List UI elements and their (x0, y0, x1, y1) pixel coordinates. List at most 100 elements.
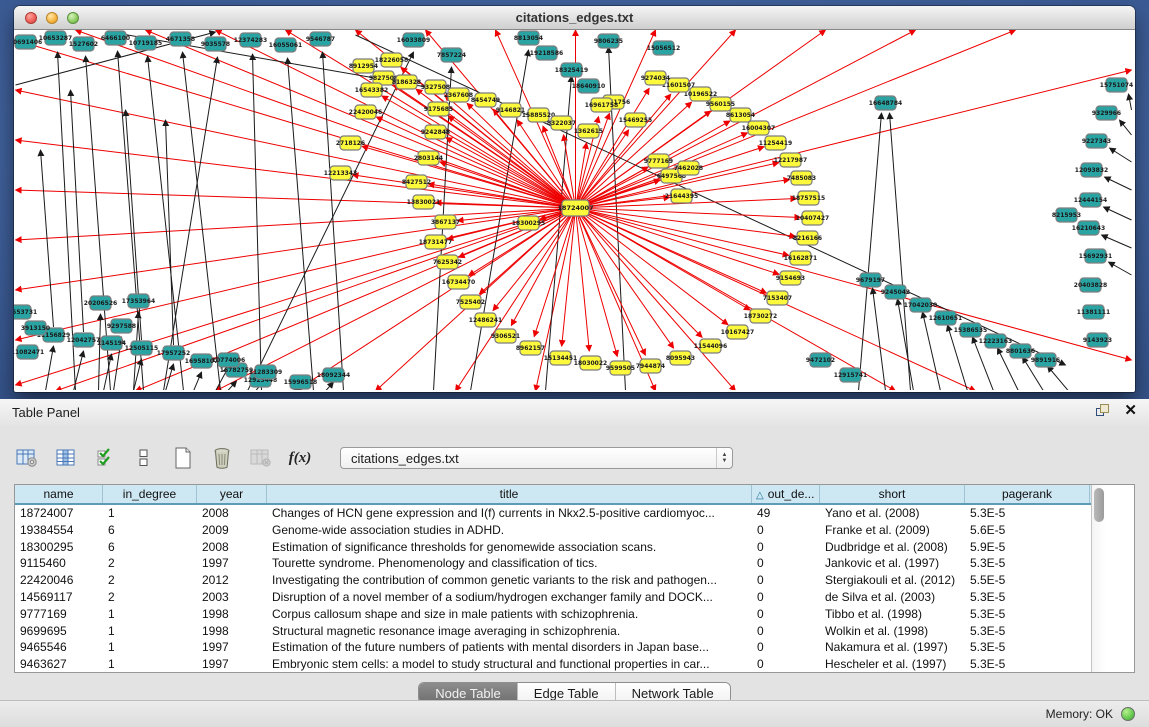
cell-year[interactable]: 2008 (197, 539, 267, 556)
graph-node[interactable]: 11082471 (14, 345, 44, 359)
cell-year[interactable]: 1997 (197, 656, 267, 672)
graph-node[interactable]: 7857224 (437, 48, 466, 62)
cell-name[interactable]: 22420046 (15, 572, 103, 589)
column-header-pagerank[interactable]: pagerank (965, 485, 1090, 503)
table-row[interactable]: 1456911722003Disruption of a novel membe… (15, 589, 1091, 606)
column-header-title[interactable]: title (267, 485, 752, 503)
table-row[interactable]: 946554611997Estimation of the future num… (15, 639, 1091, 656)
cell-in_degree[interactable]: 2 (103, 555, 197, 572)
citation-edge-black[interactable] (1105, 177, 1132, 190)
citation-edge-red[interactable] (16, 190, 576, 208)
graph-node[interactable]: 18092344 (317, 368, 350, 382)
cell-name[interactable]: 9115460 (15, 555, 103, 572)
graph-node[interactable]: 20403828 (1074, 278, 1107, 292)
graph-node[interactable]: 18030022 (574, 356, 607, 370)
cell-title[interactable]: Corpus callosum shape and size in male p… (267, 606, 752, 623)
cell-name[interactable]: 19384554 (15, 522, 103, 539)
citation-edge-red[interactable] (576, 208, 674, 348)
graph-node[interactable]: 8095943 (666, 351, 695, 365)
citation-edge-black[interactable] (74, 351, 84, 390)
cell-out_degree[interactable]: 0 (752, 589, 820, 606)
graph-node[interactable]: 16033809 (397, 33, 430, 47)
graph-node[interactable]: 15751074 (1100, 78, 1133, 92)
graph-node[interactable]: 21644395 (665, 189, 698, 203)
cell-title[interactable]: Investigating the contribution of common… (267, 572, 752, 589)
citation-edge-black[interactable] (1102, 235, 1132, 248)
cell-name[interactable]: 9777169 (15, 606, 103, 623)
create-table-icon[interactable] (170, 445, 196, 471)
graph-node[interactable]: 17353964 (122, 294, 155, 308)
graph-node[interactable]: 11544096 (694, 339, 727, 353)
graph-node[interactable]: 10653287 (39, 31, 72, 45)
cell-in_degree[interactable]: 1 (103, 606, 197, 623)
citation-edge-red[interactable] (576, 208, 703, 337)
cell-pagerank[interactable]: 5.3E-5 (965, 606, 1090, 623)
graph-node[interactable]: 18724007 (557, 200, 593, 216)
graph-node[interactable]: 9306521 (491, 329, 520, 343)
graph-node[interactable]: 11381111 (1077, 305, 1110, 319)
graph-node[interactable]: 9154693 (776, 271, 805, 285)
network-view-window[interactable]: citations_edges.txt 89129541822605898275… (14, 6, 1135, 392)
graph-node[interactable]: 12042757 (67, 333, 100, 347)
graph-node[interactable]: 9245042 (881, 285, 910, 299)
table-row[interactable]: 946362711997Embryonic stem cells: a mode… (15, 656, 1091, 672)
graph-node[interactable]: 1362615 (574, 124, 603, 138)
graph-node[interactable]: 12486241 (469, 313, 502, 327)
graph-node[interactable]: 2367608 (444, 88, 473, 102)
cell-name[interactable]: 9699695 (15, 623, 103, 640)
cell-year[interactable]: 1997 (197, 639, 267, 656)
cell-name[interactable]: 14569117 (15, 589, 103, 606)
float-panel-icon[interactable] (1096, 404, 1110, 418)
graph-node[interactable]: 8427512 (402, 175, 431, 189)
select-columns-icon[interactable] (92, 445, 118, 471)
cell-out_degree[interactable]: 0 (752, 606, 820, 623)
graph-node[interactable]: 18640910 (572, 79, 605, 93)
graph-node[interactable]: 16648784 (869, 96, 902, 110)
graph-node[interactable]: 9329966 (1092, 106, 1121, 120)
graph-node[interactable]: 7625342 (433, 255, 462, 269)
cell-out_degree[interactable]: 0 (752, 572, 820, 589)
cell-pagerank[interactable]: 5.9E-5 (965, 539, 1090, 556)
graph-node[interactable]: 19218586 (530, 46, 563, 60)
graph-node[interactable]: 9227343 (1082, 134, 1111, 148)
citation-edge-red[interactable] (576, 208, 729, 325)
graph-node[interactable]: 1145194 (97, 336, 126, 350)
citation-edge-black[interactable] (1120, 120, 1132, 135)
cell-short[interactable]: Dudbridge et al. (2008) (820, 539, 965, 556)
cell-out_degree[interactable]: 0 (752, 539, 820, 556)
graph-node[interactable]: 6466100 (101, 31, 130, 45)
citation-edge-red[interactable] (216, 208, 576, 390)
graph-node[interactable]: 1527602 (69, 37, 98, 51)
function-builder-icon[interactable]: f(x) (287, 445, 313, 471)
cell-pagerank[interactable]: 5.3E-5 (965, 505, 1090, 522)
graph-node[interactable]: 16210643 (1072, 221, 1105, 235)
graph-node[interactable]: 20206526 (84, 296, 117, 310)
show-columns-icon[interactable] (53, 445, 79, 471)
graph-node[interactable]: 9806235 (594, 34, 623, 48)
cell-name[interactable]: 18300295 (15, 539, 103, 556)
graph-node[interactable]: 8322037 (547, 116, 576, 130)
graph-node[interactable]: 9546787 (306, 32, 335, 46)
cell-name[interactable]: 9463627 (15, 656, 103, 672)
citation-edge-red[interactable] (564, 135, 576, 208)
graph-node[interactable]: 9891916 (1031, 353, 1060, 367)
cell-title[interactable]: Disruption of a novel member of a sodium… (267, 589, 752, 606)
graph-node[interactable]: 16162871 (784, 251, 817, 265)
citation-edge-black[interactable] (1110, 148, 1132, 162)
citation-edge-black[interactable] (859, 113, 882, 390)
close-window-button[interactable] (25, 12, 37, 24)
scrollbar-thumb[interactable] (1094, 488, 1104, 522)
graph-node[interactable]: 12610651 (929, 311, 962, 325)
citation-edge-black[interactable] (253, 54, 262, 390)
graph-node[interactable]: 15692931 (1079, 249, 1112, 263)
network-canvas[interactable]: 8912954182260589827508165433828186328932… (14, 30, 1133, 390)
cell-pagerank[interactable]: 5.6E-5 (965, 522, 1090, 539)
column-header-short[interactable]: short (820, 485, 965, 503)
graph-node[interactable]: 9599505 (606, 361, 635, 375)
citation-edge-black[interactable] (99, 314, 101, 390)
citation-edge-black[interactable] (71, 90, 84, 332)
graph-node[interactable]: 18325419 (555, 63, 588, 77)
table-selector-dropdown[interactable]: citations_edges.txt ▲▼ (340, 447, 733, 469)
graph-node[interactable]: 8454749 (471, 93, 500, 107)
citation-edge-red[interactable] (16, 208, 576, 240)
